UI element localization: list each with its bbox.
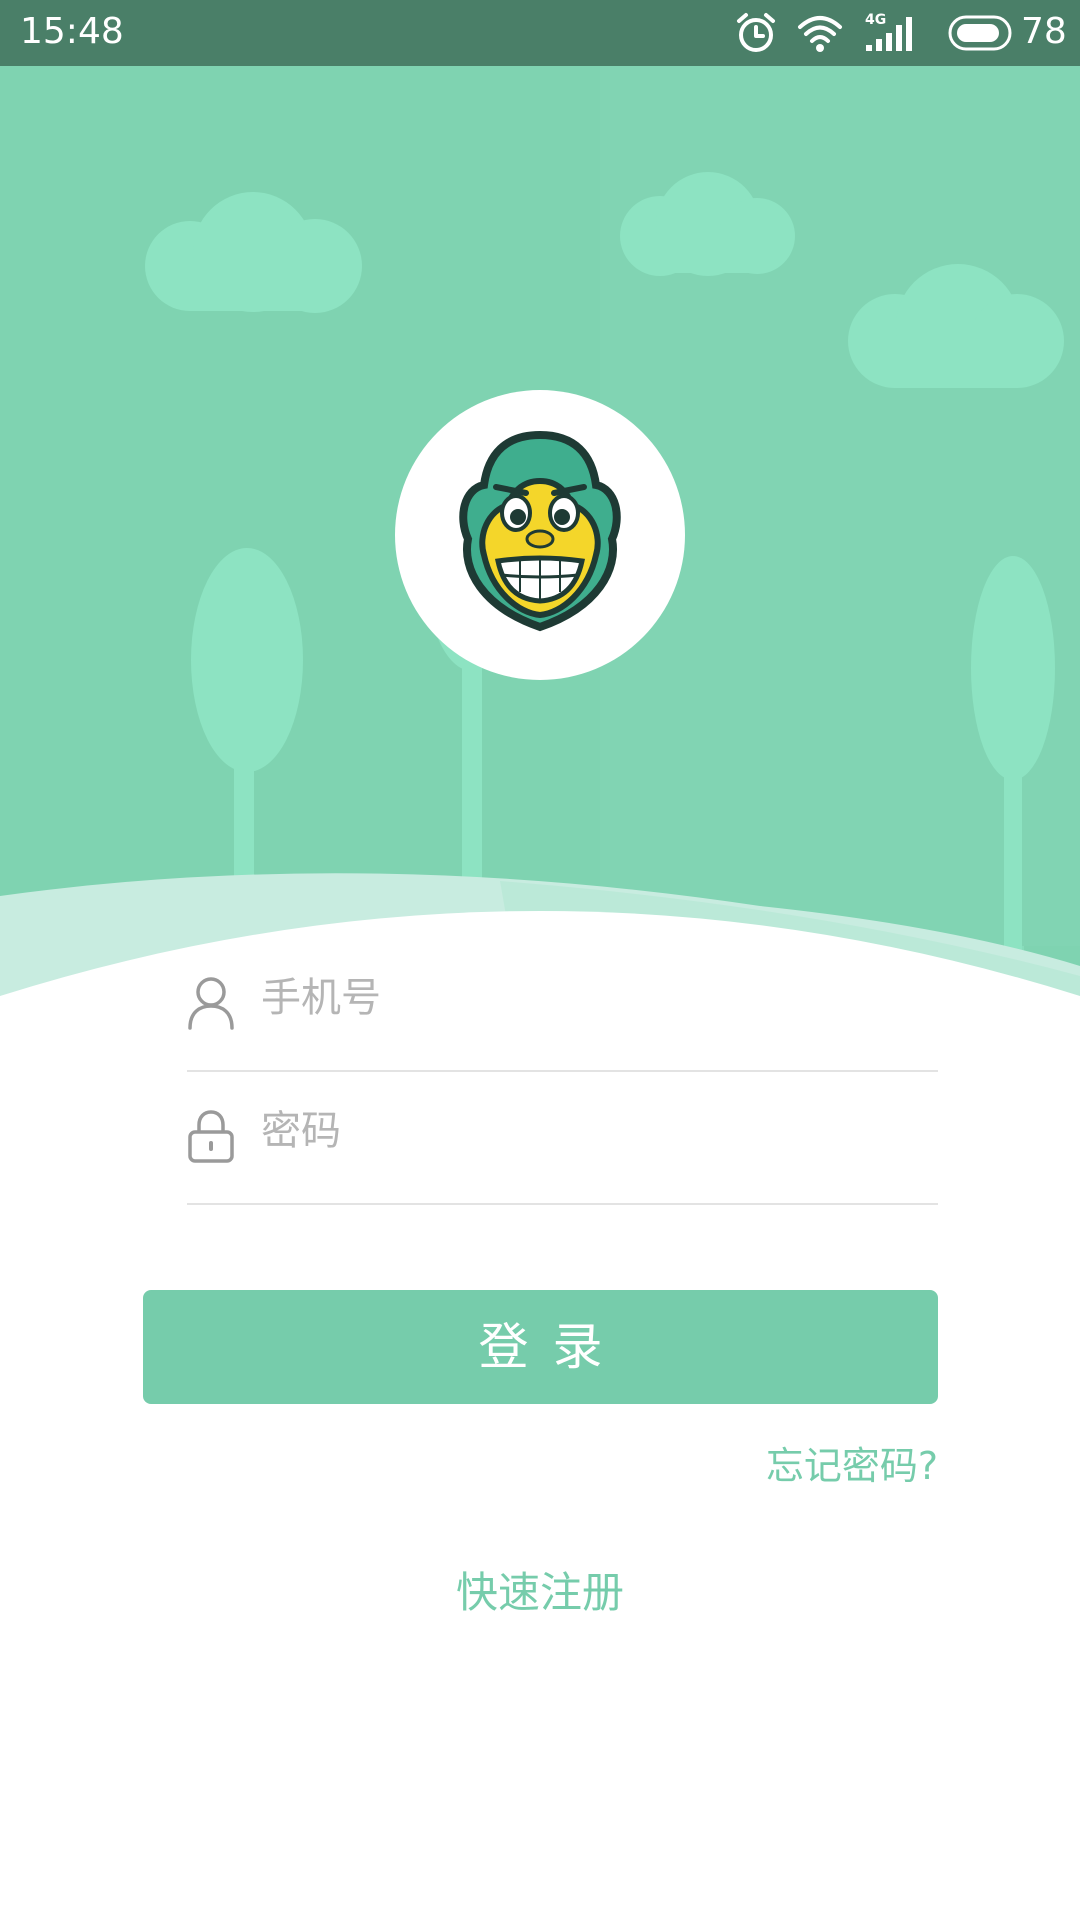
password-input[interactable]: [261, 1098, 921, 1164]
phone-input[interactable]: [261, 965, 921, 1031]
quick-register-link[interactable]: 快速注册: [0, 1568, 1080, 1618]
alarm-icon: [737, 13, 775, 52]
forgot-password-link[interactable]: 忘记密码?: [766, 1443, 938, 1489]
header-illustration: [0, 66, 1080, 996]
login-button[interactable]: 登录: [143, 1290, 938, 1404]
password-field: [187, 1070, 938, 1205]
phone-field: [187, 937, 938, 1072]
battery-level: 78: [1021, 11, 1067, 52]
user-icon: [188, 977, 234, 1030]
wifi-icon: [798, 16, 842, 52]
status-time: 15:48: [20, 11, 124, 52]
battery-icon: [948, 15, 1012, 51]
lock-icon: [188, 1110, 234, 1163]
logo-avatar: [395, 390, 685, 680]
monkey-logo-icon: [459, 430, 621, 632]
signal-icon: [866, 17, 912, 51]
status-bar: 15:48 4G 78: [0, 0, 1080, 66]
